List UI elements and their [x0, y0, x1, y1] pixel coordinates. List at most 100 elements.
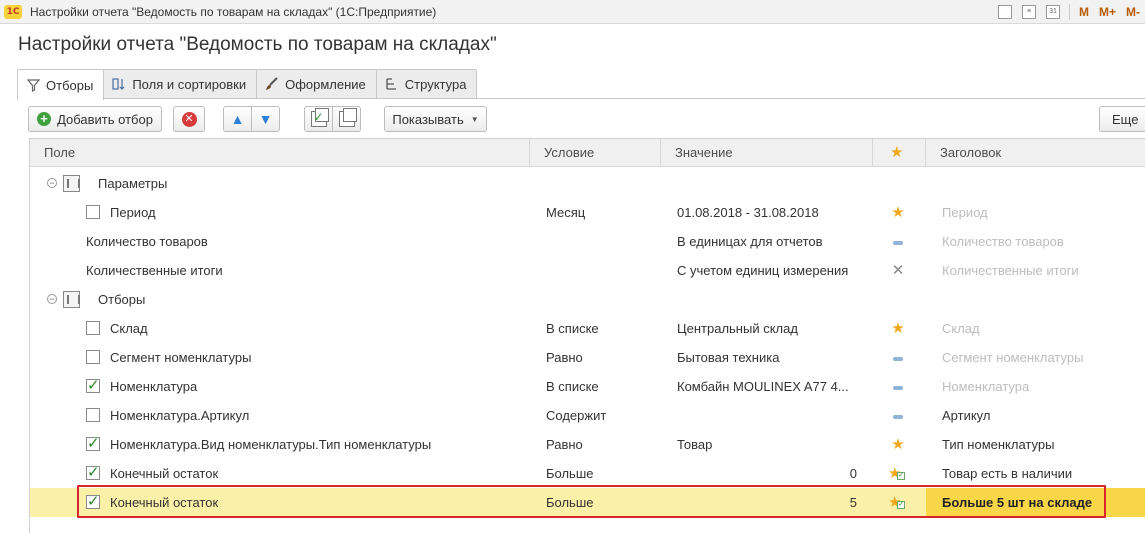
field-cell: Номенклатура.Артикул — [110, 408, 250, 423]
check-all-button[interactable] — [304, 106, 333, 132]
header-cell[interactable]: Товар есть в наличии — [942, 459, 1072, 488]
field-cell: Количество товаров — [86, 234, 208, 249]
list-icon[interactable]: ≡ — [1019, 2, 1039, 22]
row-checkbox[interactable] — [86, 376, 100, 394]
table-row[interactable]: Склад В списке Центральный склад ★ Склад — [30, 314, 1145, 343]
group-label: Параметры — [98, 176, 168, 191]
tab-structure[interactable]: Структура — [375, 69, 478, 98]
titlebar-tools: ≡ 31 M M+ M- — [993, 0, 1145, 24]
row-checkbox[interactable] — [86, 321, 100, 335]
move-down-button[interactable]: ▼ — [251, 106, 280, 132]
collapse-icon[interactable]: − — [47, 178, 57, 188]
value-cell[interactable]: В единицах для отчетов — [677, 227, 869, 256]
header-cell[interactable]: Период — [942, 198, 988, 227]
column-star-icon[interactable]: ★ — [873, 139, 926, 167]
star-icon[interactable]: ★ — [888, 430, 908, 459]
header-cell[interactable]: Склад — [942, 314, 980, 343]
condition-cell[interactable]: В списке — [546, 372, 658, 401]
table-row-group-parameters[interactable]: − Параметры — [30, 169, 1145, 198]
delete-icon: ✕ — [181, 111, 197, 127]
add-filter-button[interactable]: + Добавить отбор — [28, 106, 162, 132]
show-label: Показывать — [392, 111, 464, 127]
tab-label: Поля и сортировки — [132, 76, 247, 92]
star-check-icon[interactable]: ★ ✓ — [888, 465, 905, 482]
plus-icon: + — [37, 112, 52, 126]
value-cell[interactable] — [677, 401, 869, 430]
table-row[interactable]: Сегмент номенклатуры Равно Бытовая техни… — [30, 343, 1145, 372]
condition-cell[interactable]: Месяц — [546, 198, 658, 227]
table-row[interactable]: Номенклатура В списке Комбайн MOULINEX A… — [30, 372, 1145, 401]
collapse-icon[interactable]: − — [47, 294, 57, 304]
arrow-up-icon: ▲ — [230, 111, 245, 127]
column-field[interactable]: Поле — [30, 139, 530, 167]
value-cell[interactable]: Комбайн MOULINEX A77 4... — [677, 372, 869, 401]
column-header-title[interactable]: Заголовок — [926, 139, 1145, 167]
table-row[interactable]: Номенклатура.Вид номенклатуры.Тип номенк… — [30, 430, 1145, 459]
table-row-selected[interactable]: Конечный остаток Больше 5 ★✓ Больше 5 шт… — [30, 488, 1145, 517]
value-cell[interactable]: 01.08.2018 - 31.08.2018 — [677, 198, 869, 227]
show-dropdown-button[interactable]: Показывать ▼ — [384, 106, 487, 132]
row-checkbox[interactable] — [86, 350, 100, 364]
tab-filters[interactable]: Отборы — [17, 69, 105, 100]
more-button[interactable]: Еще — [1099, 106, 1145, 132]
table-row[interactable]: Количество товаров В единицах для отчето… — [30, 227, 1145, 256]
row-checkbox[interactable] — [86, 434, 100, 452]
calendar-icon[interactable] — [995, 2, 1015, 22]
check-all-icon — [310, 108, 329, 127]
more-label: Еще — [1112, 111, 1139, 127]
dash-icon[interactable] — [888, 372, 908, 401]
value-cell[interactable]: 0 — [677, 459, 857, 488]
delete-filter-button[interactable]: ✕ — [173, 106, 205, 132]
header-cell[interactable]: Сегмент номенклатуры — [942, 343, 1083, 372]
tab-appearance[interactable]: Оформление — [256, 69, 377, 98]
header-cell[interactable]: Номенклатура — [942, 372, 1029, 401]
value-cell[interactable]: С учетом единиц измерения — [677, 256, 869, 285]
memory-plus-button[interactable]: M+ — [1099, 5, 1116, 19]
row-checkbox[interactable] — [86, 492, 100, 510]
memory-m-button[interactable]: M — [1079, 5, 1089, 19]
table-row-group-filters[interactable]: − Отборы — [30, 285, 1145, 314]
header-cell[interactable]: Количество товаров — [942, 227, 1064, 256]
condition-cell[interactable]: В списке — [546, 314, 658, 343]
uncheck-all-button[interactable] — [332, 106, 361, 132]
tab-fields-sorting[interactable]: Поля и сортировки — [103, 69, 258, 98]
condition-cell[interactable]: Содержит — [546, 401, 658, 430]
row-checkbox[interactable] — [86, 408, 100, 422]
header-cell[interactable]: Артикул — [942, 401, 990, 430]
condition-cell[interactable]: Больше — [546, 488, 658, 517]
add-filter-label: Добавить отбор — [57, 111, 153, 127]
tab-label: Отборы — [46, 77, 94, 93]
table-row[interactable]: Конечный остаток Больше 0 ★✓ Товар есть … — [30, 459, 1145, 488]
condition-cell[interactable]: Равно — [546, 343, 658, 372]
table-row[interactable]: Номенклатура.Артикул Содержит Артикул — [30, 401, 1145, 430]
value-cell[interactable]: Центральный склад — [677, 314, 869, 343]
table-row[interactable]: Период Месяц 01.08.2018 - 31.08.2018 ★ П… — [30, 198, 1145, 227]
close-icon[interactable]: ✕ — [888, 256, 908, 285]
dash-icon[interactable] — [888, 401, 908, 430]
header-cell[interactable]: Количественные итоги — [942, 256, 1079, 285]
memory-minus-button[interactable]: M- — [1126, 5, 1140, 19]
page-title: Настройки отчета "Ведомость по товарам н… — [18, 34, 497, 55]
structure-icon — [385, 77, 399, 91]
star-check-icon[interactable]: ★ ✓ — [888, 494, 905, 511]
table-row[interactable]: Количественные итоги С учетом единиц изм… — [30, 256, 1145, 285]
move-up-button[interactable]: ▲ — [223, 106, 252, 132]
star-icon[interactable]: ★ — [888, 198, 908, 227]
column-condition[interactable]: Условие — [530, 139, 661, 167]
row-checkbox[interactable] — [86, 463, 100, 481]
dash-icon[interactable] — [888, 343, 908, 372]
field-cell: Конечный остаток — [110, 466, 219, 481]
value-cell[interactable]: 5 — [677, 488, 857, 517]
calendar-31-icon[interactable]: 31 — [1043, 2, 1063, 22]
dash-icon[interactable] — [888, 227, 908, 256]
star-icon[interactable]: ★ — [888, 314, 908, 343]
tab-label: Структура — [404, 76, 467, 92]
column-value[interactable]: Значение — [661, 139, 873, 167]
row-checkbox[interactable] — [86, 205, 100, 219]
condition-cell[interactable]: Больше — [546, 459, 658, 488]
value-cell[interactable]: Бытовая техника — [677, 343, 869, 372]
header-cell[interactable]: Тип номенклатуры — [942, 430, 1054, 459]
condition-cell[interactable]: Равно — [546, 430, 658, 459]
value-cell[interactable]: Товар — [677, 430, 869, 459]
header-cell[interactable]: Больше 5 шт на складе — [942, 488, 1092, 517]
